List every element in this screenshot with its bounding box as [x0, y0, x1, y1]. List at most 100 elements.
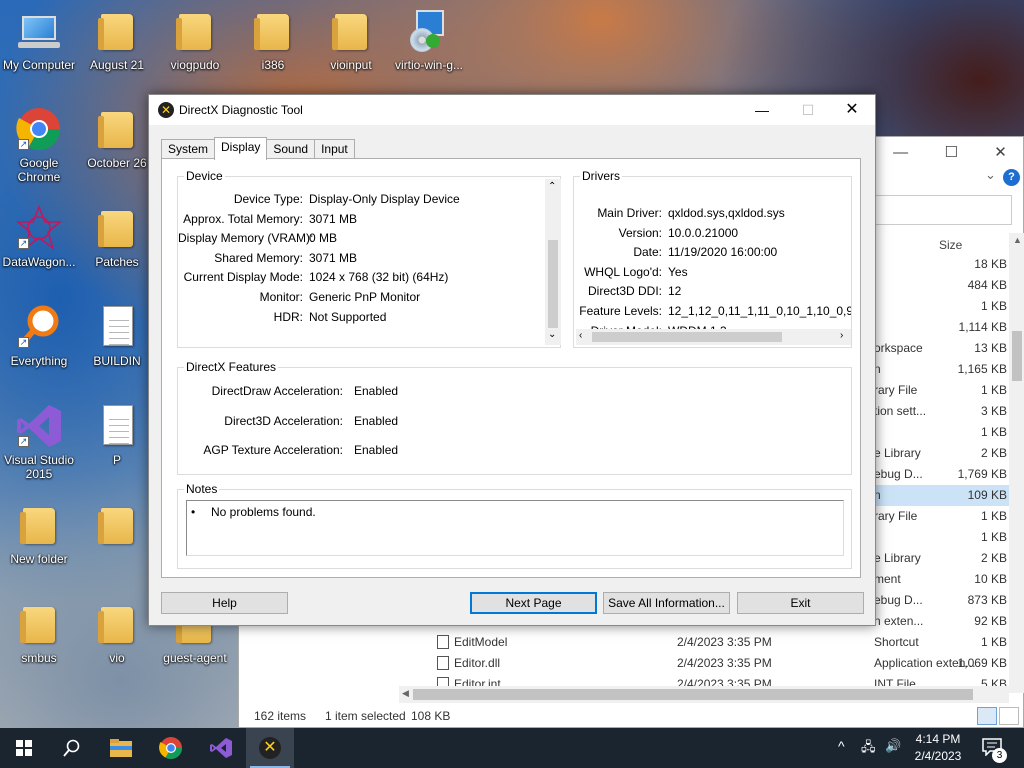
file-size: 1,165 KB [957, 362, 1007, 376]
file-icon [437, 656, 449, 670]
visual-studio-icon [210, 738, 232, 758]
minimize-icon[interactable]: — [893, 144, 908, 161]
tab-display[interactable]: Display [214, 137, 268, 160]
field-value: 11/19/2020 16:00:00 [668, 245, 778, 260]
save-all-information-button[interactable]: Save All Information... [603, 592, 730, 614]
scrollbar-thumb[interactable] [548, 240, 558, 328]
chrome-icon [159, 737, 182, 759]
close-button[interactable]: ✕ [829, 95, 875, 125]
desktop-icon[interactable]: New folder [0, 502, 78, 566]
field-value: Yes [668, 264, 688, 279]
tab-system[interactable]: System [161, 139, 216, 159]
desktop-icon[interactable]: ↗ Everything [0, 304, 78, 368]
desktop-icon[interactable]: vioinput [312, 8, 390, 72]
file-size: 109 KB [967, 488, 1007, 502]
desktop-icon[interactable]: Patches [78, 205, 156, 269]
next-page-button[interactable]: Next Page [470, 592, 597, 614]
field-label: Date: [633, 245, 662, 260]
tab-sound[interactable]: Sound [266, 139, 316, 159]
file-name: Editor.dll [454, 656, 501, 670]
scroll-up-arrow-icon[interactable]: ⌃ [548, 181, 556, 192]
field-value: qxldod.sys,qxldod.sys [668, 206, 785, 220]
desktop-icon[interactable]: August 21 [78, 8, 156, 72]
field-label: Direct3D DDI: [587, 284, 662, 299]
notifications-button[interactable]: 3 [980, 736, 1007, 763]
field-value: Display-Only Display Device [309, 192, 460, 206]
close-icon[interactable]: ✕ [994, 143, 1007, 161]
drivers-horizontal-scrollbar[interactable]: ‹ › [576, 329, 851, 345]
horizontal-scrollbar[interactable]: ◀ [399, 686, 1009, 703]
desktop-icon[interactable]: i386 [234, 8, 312, 72]
note-text: No problems found. [211, 505, 316, 519]
desktop-icon-label: vioinput [330, 58, 372, 72]
notification-count-badge: 3 [992, 748, 1007, 763]
doc-icon [94, 403, 140, 449]
desktop-icon[interactable]: vio [78, 601, 156, 665]
device-vertical-scrollbar[interactable]: ⌃ ⌄ [545, 179, 561, 345]
file-size: 873 KB [967, 593, 1007, 607]
help-button[interactable]: Help [161, 592, 288, 614]
taskbar-visual-studio[interactable] [197, 728, 245, 768]
desktop-icon[interactable] [78, 502, 156, 552]
maximize-icon[interactable]: ☐ [944, 143, 957, 161]
chevron-down-icon[interactable]: ⌄ [985, 167, 996, 183]
start-button[interactable] [0, 728, 48, 768]
scroll-up-arrow-icon[interactable]: ▲ [1013, 235, 1022, 245]
scrollbar-thumb[interactable] [1012, 331, 1022, 381]
scroll-left-arrow-icon[interactable]: ‹ [579, 330, 582, 341]
file-size: 10 KB [974, 572, 1007, 586]
field-label: Current Display Mode: [183, 270, 303, 285]
file-date: 2/4/2023 3:35 PM [677, 635, 772, 649]
desktop-icon[interactable]: viogpudo [156, 8, 234, 72]
column-header-size[interactable]: Size [939, 238, 962, 252]
notes-box[interactable]: • No problems found. [186, 500, 844, 556]
file-row[interactable]: EditModel 2/4/2023 3:35 PM Shortcut 1 KB [239, 632, 1024, 653]
volume-icon[interactable]: 🔊 [885, 738, 901, 754]
search-button[interactable] [48, 728, 96, 768]
device-group-label: Device [184, 169, 225, 183]
selection-count: 1 item selected [325, 709, 406, 723]
file-row[interactable]: Editor.dll 2/4/2023 3:35 PM Application ex… [239, 653, 1024, 674]
show-hidden-icons-chevron-icon[interactable]: ^ [838, 738, 845, 754]
folder-icon [16, 502, 62, 548]
desktop-icon-label: i386 [261, 58, 285, 72]
taskbar-chrome[interactable] [147, 728, 195, 768]
taskbar: ✕ ^ 🖧 🔊 4:14 PM 2/4/2023 3 [0, 728, 1024, 768]
desktop-icon[interactable]: BUILDIN [78, 304, 156, 368]
clock[interactable]: 4:14 PM 2/4/2023 [912, 731, 964, 765]
help-icon[interactable]: ? [1003, 169, 1020, 186]
field-label: DirectDraw Acceleration: [211, 384, 343, 398]
desktop-icon[interactable]: ↗ DataWagon... [0, 204, 78, 269]
file-type: ment [874, 572, 901, 586]
search-input[interactable] [874, 195, 1012, 225]
bullet-icon: • [191, 505, 196, 519]
desktop-icon[interactable]: ↗ Google Chrome [0, 106, 78, 184]
desktop-icon[interactable]: virtio-win-g... [390, 8, 468, 72]
network-icon[interactable]: 🖧 [861, 738, 876, 760]
dxdiag-window[interactable]: ✕ DirectX Diagnostic Tool — ☐ ✕ System Di… [148, 94, 876, 626]
minimize-button[interactable]: — [739, 95, 785, 125]
scroll-left-arrow-icon[interactable]: ◀ [402, 688, 409, 699]
desktop-icon[interactable]: October 26 [78, 106, 156, 170]
vs-icon: ↗ [16, 403, 62, 449]
scroll-right-arrow-icon[interactable]: › [840, 330, 843, 341]
taskbar-file-explorer[interactable] [97, 728, 145, 768]
scrollbar-thumb[interactable] [413, 689, 973, 700]
field-label: Monitor: [259, 290, 303, 304]
tab-input[interactable]: Input [314, 139, 355, 159]
scrollbar-thumb[interactable] [592, 332, 782, 342]
details-view-icon[interactable] [977, 707, 997, 725]
field-value: 12 [668, 284, 682, 299]
large-icons-view-icon[interactable] [999, 707, 1019, 725]
file-type: ebug D... [874, 593, 923, 607]
desktop-icon[interactable]: My Computer [0, 8, 78, 72]
title-bar[interactable]: ✕ DirectX Diagnostic Tool — ☐ ✕ [149, 95, 875, 125]
vertical-scrollbar[interactable]: ▲ [1009, 233, 1024, 693]
taskbar-dxdiag[interactable]: ✕ [246, 728, 294, 768]
desktop-icon[interactable]: P [78, 403, 156, 467]
folder-icon [328, 8, 374, 54]
desktop-icon[interactable]: ↗ Visual Studio 2015 [0, 403, 78, 481]
exit-button[interactable]: Exit [737, 592, 864, 614]
desktop-icon[interactable]: smbus [0, 601, 78, 665]
scroll-down-arrow-icon[interactable]: ⌄ [548, 329, 556, 340]
